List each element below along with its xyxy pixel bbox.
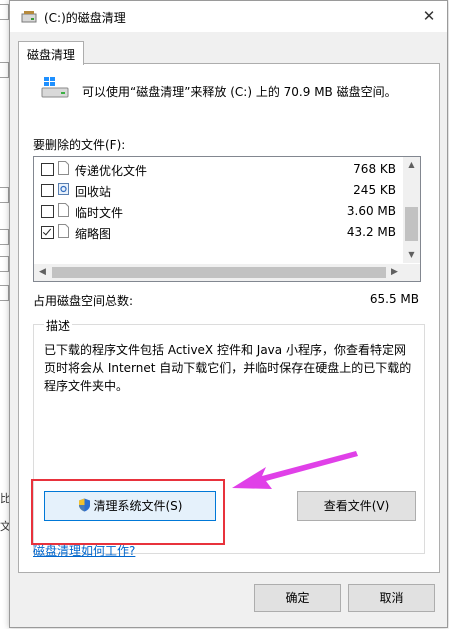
vertical-scrollbar[interactable]: ▲ ▼ [403, 157, 420, 263]
file-icon [58, 203, 69, 217]
file-size: 768 KB [353, 162, 396, 176]
background-window-control [0, 4, 9, 20]
file-size: 3.60 MB [346, 204, 396, 218]
files-to-delete-label: 要删除的文件(F): [33, 138, 126, 152]
total-space-label: 占用磁盘空间总数: [33, 294, 134, 308]
recycle-bin-icon [58, 183, 69, 195]
horizontal-scrollbar[interactable]: ◀ ▶ [34, 264, 420, 281]
background-window-control [0, 62, 9, 78]
files-list[interactable]: 传递优化文件 768 KB 回收站 245 KB 临时文件 3.60 MB 缩略… [33, 156, 421, 282]
background-window-control [0, 229, 9, 245]
ok-button[interactable]: 确定 [254, 584, 341, 612]
list-item[interactable]: 缩略图 43.2 MB [34, 222, 402, 243]
file-name: 传递优化文件 [75, 164, 148, 178]
description-legend: 描述 [44, 317, 73, 334]
file-icon [58, 224, 69, 238]
how-disk-cleanup-works-link[interactable]: 磁盘清理如何工作? [33, 542, 135, 559]
file-name: 缩略图 [75, 227, 112, 241]
space-summary: 可以使用“磁盘清理”来释放 (C:) 上的 70.9 MB 磁盘空间。 [82, 85, 397, 99]
tab-panel: 可以使用“磁盘清理”来释放 (C:) 上的 70.9 MB 磁盘空间。 要删除的… [18, 63, 440, 573]
close-button[interactable]: ✕ [417, 5, 441, 27]
checkbox[interactable] [41, 184, 54, 197]
background-text: 比 [0, 492, 9, 505]
annotation-highlight-box [31, 479, 225, 545]
scrollbar-corner [403, 264, 420, 281]
file-icon [58, 161, 69, 175]
scroll-right-icon[interactable]: ▶ [386, 264, 403, 281]
list-item[interactable]: 临时文件 3.60 MB [34, 201, 402, 222]
scroll-down-icon[interactable]: ▼ [403, 247, 420, 263]
scroll-left-icon[interactable]: ◀ [34, 264, 51, 281]
file-name: 临时文件 [75, 206, 124, 220]
checkbox[interactable] [41, 163, 54, 176]
tab-disk-cleanup[interactable]: 磁盘清理 [18, 41, 84, 65]
background-window-control [0, 256, 9, 272]
file-size: 43.2 MB [346, 225, 396, 239]
cancel-button[interactable]: 取消 [348, 584, 435, 612]
file-name: 回收站 [75, 185, 112, 199]
list-item[interactable]: 传递优化文件 768 KB [34, 159, 402, 180]
checkbox[interactable] [41, 226, 54, 239]
drive-icon [41, 77, 69, 98]
tab-label: 磁盘清理 [27, 48, 76, 62]
scroll-thumb[interactable] [405, 207, 418, 241]
disk-cleanup-dialog: (C:)的磁盘清理 ✕ 磁盘清理 可以使用“磁盘清理”来释放 (C:) 上的 7… [9, 0, 448, 628]
disk-cleanup-icon [21, 11, 37, 23]
description-text: 已下载的程序文件包括 ActiveX 控件和 Java 小程序，你查看特定网页时… [44, 343, 412, 393]
background-text: 文 [0, 520, 9, 533]
checkbox[interactable] [41, 205, 54, 218]
background-window-control [0, 285, 9, 301]
list-item[interactable]: 回收站 245 KB [34, 180, 402, 201]
total-space-value: 65.5 MB [369, 292, 419, 306]
scroll-up-icon[interactable]: ▲ [403, 157, 420, 173]
window-title: (C:)的磁盘清理 [44, 11, 126, 25]
background-window-control [0, 187, 9, 203]
file-size: 245 KB [353, 183, 396, 197]
scroll-thumb[interactable] [52, 267, 386, 278]
view-files-button[interactable]: 查看文件(V) [297, 491, 416, 521]
title-bar: (C:)的磁盘清理 ✕ [10, 1, 447, 32]
